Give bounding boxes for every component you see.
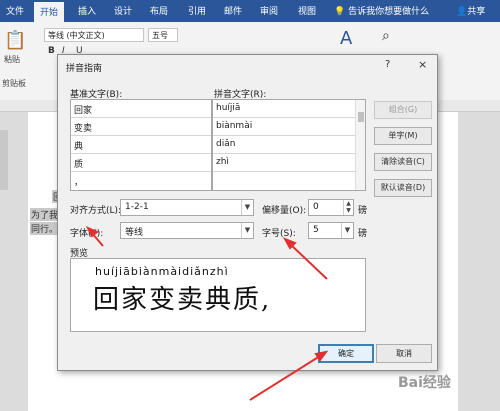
annotation-arrow xyxy=(249,355,321,401)
annotation-arrows xyxy=(85,225,329,401)
annotation-arrow-head xyxy=(314,350,329,362)
annotation-arrow-head xyxy=(85,225,99,238)
annotation-arrow xyxy=(289,243,328,280)
watermark: Bai经验 xyxy=(398,375,451,391)
